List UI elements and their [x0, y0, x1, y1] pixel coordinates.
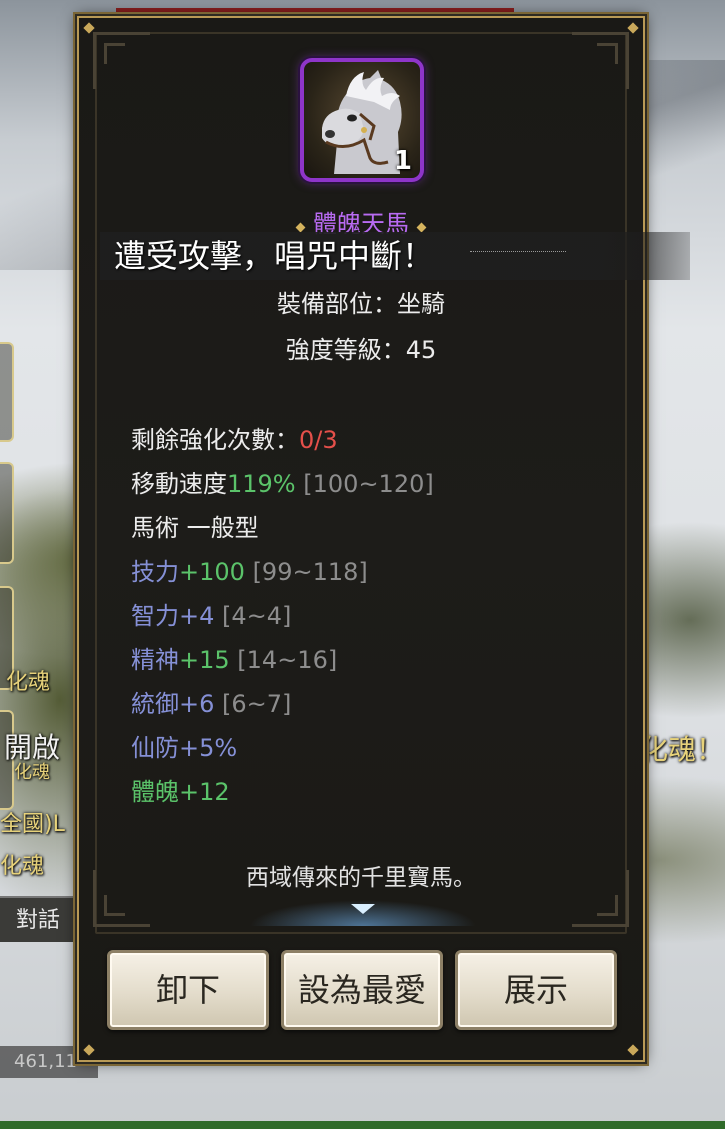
- scroll-down-arrow-icon[interactable]: [351, 904, 375, 914]
- diamond-ornament: [416, 222, 427, 233]
- stat-label: 技力: [131, 558, 179, 586]
- stat-value: +6: [179, 690, 215, 718]
- stat-value: +4: [179, 602, 215, 630]
- stat-label: 剩餘強化次數：: [131, 426, 299, 454]
- stat-value: 0/3: [299, 426, 338, 454]
- side-chat-text-1: 化魂: [6, 670, 51, 695]
- strength-level-line: 強度等級：45: [285, 336, 437, 364]
- favorite-button[interactable]: 設為最愛: [281, 950, 443, 1030]
- side-chat-text-3: 化魂: [14, 762, 50, 783]
- bottom-bar: [0, 1121, 725, 1129]
- showcase-button[interactable]: 展示: [455, 950, 617, 1030]
- stat-range: [6~7]: [222, 690, 292, 718]
- side-chat-text-5: 化魂: [0, 854, 45, 879]
- item-detail-panel: 1 體魄天馬 裝備部位：坐騎 強度等級：45 剩餘強化次數：0/3 移動速度11…: [77, 16, 645, 1062]
- stat-label: 智力: [131, 602, 179, 630]
- stat-range: [100~120]: [303, 470, 434, 498]
- frame-corner: [572, 32, 629, 89]
- stat-value: +15: [179, 646, 230, 674]
- stat-range: [4~4]: [222, 602, 292, 630]
- item-icon-slot[interactable]: 1: [300, 58, 424, 182]
- stat-label: 精神: [131, 646, 179, 674]
- stat-text: 仙防+5%: [131, 734, 238, 762]
- stat-range: [99~118]: [252, 558, 368, 586]
- equip-slot-line: 裝備部位：坐騎: [277, 290, 445, 318]
- item-description: 西域傳來的千里寶馬。: [246, 865, 476, 891]
- stat-range: [14~16]: [237, 646, 338, 674]
- notice-divider: [470, 251, 566, 252]
- side-tab-2[interactable]: [0, 462, 14, 564]
- right-chat-text: 化魂！: [640, 733, 725, 766]
- frame-gem: [83, 1044, 95, 1056]
- unequip-button[interactable]: 卸下: [107, 950, 269, 1030]
- stat-immortal-defense: 仙防+5%: [131, 726, 434, 770]
- stat-label: 移動速度: [131, 470, 227, 498]
- frame-gem: [627, 1044, 639, 1056]
- chat-tab[interactable]: 對話: [0, 896, 80, 942]
- stat-label: 統御: [131, 690, 179, 718]
- diamond-ornament: [295, 222, 306, 233]
- stat-intellect: 智力+4 [4~4]: [131, 594, 434, 638]
- stat-move-speed: 移動速度119% [100~120]: [131, 462, 434, 506]
- item-stack-count: 1: [393, 146, 412, 176]
- frame-gem: [627, 22, 639, 34]
- stat-text: 馬術 一般型: [131, 514, 259, 542]
- stat-spirit: 精神+15 [14~16]: [131, 638, 434, 682]
- stat-physique: 體魄+12: [131, 770, 434, 814]
- side-tab-1[interactable]: [0, 342, 14, 442]
- item-stats: 剩餘強化次數：0/3 移動速度119% [100~120] 馬術 一般型 技力+…: [131, 418, 434, 814]
- stat-text: 體魄+12: [131, 778, 230, 806]
- side-chat-text-4: 全國)L: [0, 812, 65, 837]
- stat-enhance: 剩餘強化次數：0/3: [131, 418, 434, 462]
- frame-corner: [93, 32, 150, 89]
- stat-command: 統御+6 [6~7]: [131, 682, 434, 726]
- system-notice-text: 遭受攻擊，唱咒中斷！: [114, 237, 435, 275]
- stat-horsemanship: 馬術 一般型: [131, 506, 434, 550]
- stat-value: 119%: [227, 470, 296, 498]
- stat-value: +100: [179, 558, 245, 586]
- stat-skill: 技力+100 [99~118]: [131, 550, 434, 594]
